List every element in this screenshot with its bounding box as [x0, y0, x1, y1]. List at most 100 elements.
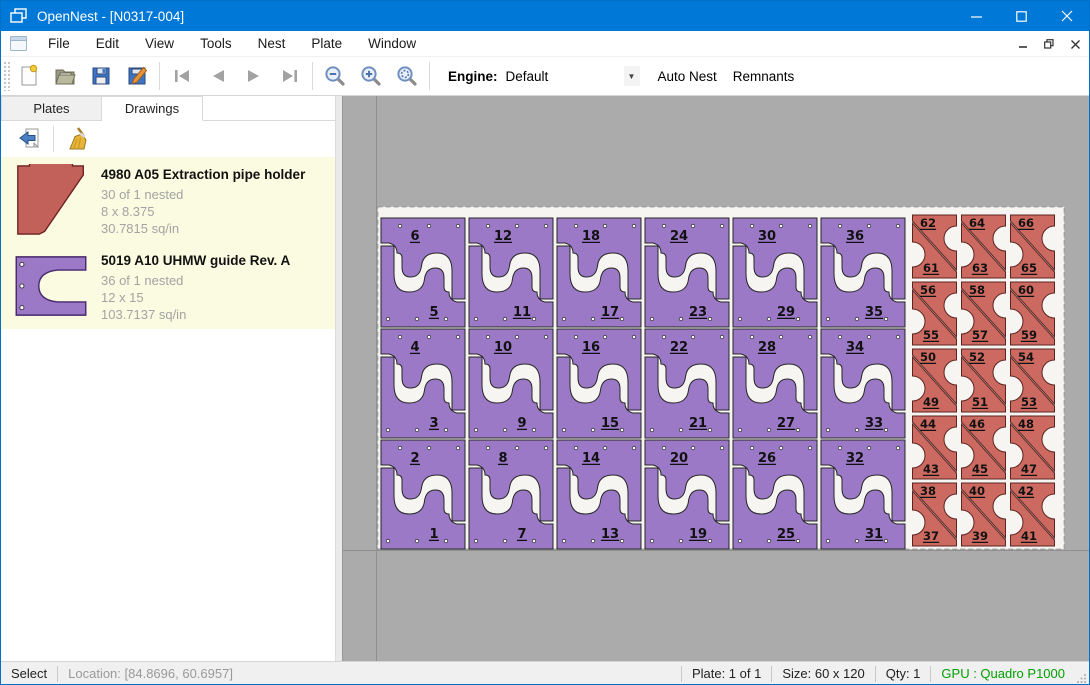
part-number-label: 50 [920, 350, 936, 364]
app-window-icon [10, 8, 28, 24]
part-number-label: 39 [972, 529, 988, 543]
minimize-icon [971, 11, 982, 22]
drawing-nested-count: 36 of 1 nested [101, 272, 290, 289]
panel-tabs: Plates Drawings [1, 96, 342, 121]
part-number-label: 64 [969, 216, 985, 230]
status-gpu: GPU : Quadro P1000 [931, 666, 1075, 681]
drawing-nested-count: 30 of 1 nested [101, 186, 305, 203]
close-button[interactable] [1044, 1, 1089, 31]
engine-select[interactable]: Default [506, 69, 624, 84]
panel-splitter[interactable] [335, 96, 342, 661]
drawing-item-0[interactable]: 4980 A05 Extraction pipe holder 30 of 1 n… [1, 157, 342, 243]
minimize-button[interactable] [954, 1, 999, 31]
save-as-button[interactable] [119, 60, 155, 92]
part-number-label: 62 [920, 216, 936, 230]
mdi-minimize-icon [1019, 40, 1028, 49]
part-number-label: 40 [969, 484, 985, 498]
part-number-label: 58 [969, 283, 985, 297]
part-number-label: 61 [923, 261, 939, 275]
mdi-close-button[interactable] [1067, 36, 1083, 52]
toolbar-separator [312, 62, 313, 90]
mdi-restore-button[interactable] [1041, 36, 1057, 52]
part-number-label: 63 [972, 261, 988, 275]
save-icon [89, 64, 113, 88]
part-number-label: 49 [923, 395, 939, 409]
menu-item-plate[interactable]: Plate [298, 31, 355, 57]
drawing-size: 8 x 8.375 [101, 203, 305, 220]
new-button[interactable] [11, 60, 47, 92]
previous-plate-button[interactable] [200, 60, 236, 92]
menu-bar: FileEditViewToolsNestPlateWindow [1, 31, 1089, 57]
menu-item-edit[interactable]: Edit [83, 31, 132, 57]
maximize-icon [1016, 11, 1027, 22]
drawing-name: 4980 A05 Extraction pipe holder [101, 167, 305, 182]
engine-dropdown-arrow-icon[interactable]: ▼ [624, 66, 640, 86]
window-title: OpenNest - [N0317-004] [37, 9, 184, 24]
tab-plates[interactable]: Plates [1, 96, 102, 121]
menu-item-file[interactable]: File [35, 31, 83, 57]
auto-nest-button[interactable]: Auto Nest [650, 63, 725, 90]
zoom-fit-icon [395, 64, 419, 88]
zoom-out-button[interactable] [317, 60, 353, 92]
first-arrow-icon [170, 64, 194, 88]
maximize-button[interactable] [999, 1, 1044, 31]
status-bar: Select Location: [84.8696, 60.6957] Plat… [1, 661, 1089, 685]
last-plate-button[interactable] [272, 60, 308, 92]
part-number-label: 46 [969, 417, 985, 431]
part-number-label: 65 [1021, 261, 1037, 275]
nest-canvas[interactable]: 6512111817242330293635431091615222128273… [342, 96, 1090, 661]
status-mode: Select [1, 666, 57, 681]
save-as-icon [125, 64, 149, 88]
main-toolbar: Engine: Default ▼ Auto Nest Remnants [1, 57, 1089, 96]
toolbar-separator [159, 62, 160, 90]
part-number-label: 60 [1018, 283, 1034, 297]
part-number-label: 45 [972, 462, 988, 476]
next-arrow-icon [242, 64, 266, 88]
zoom-in-button[interactable] [353, 60, 389, 92]
menu-item-nest[interactable]: Nest [245, 31, 299, 57]
purple-part-thumbnail [14, 255, 88, 317]
part-number-label: 48 [1018, 417, 1034, 431]
resize-grip-icon [1077, 673, 1087, 683]
status-plate-count: Plate: 1 of 1 [682, 666, 771, 681]
mdi-restore-icon [1044, 39, 1054, 49]
resize-grip[interactable] [1075, 662, 1089, 685]
drawings-toolbar-separator [53, 126, 54, 152]
save-button[interactable] [83, 60, 119, 92]
status-plate-size: Size: 60 x 120 [772, 666, 874, 681]
drawings-list: 4980 A05 Extraction pipe holder 30 of 1 n… [1, 157, 342, 329]
zoom-in-icon [359, 64, 383, 88]
remnants-button[interactable]: Remnants [725, 63, 803, 90]
return-part-button[interactable] [13, 124, 47, 154]
toolbar-grip[interactable] [3, 61, 11, 91]
drawings-toolbar [1, 121, 342, 157]
menu-item-tools[interactable]: Tools [187, 31, 245, 57]
title-bar: OpenNest - [N0317-004] [1, 1, 1089, 31]
drawing-area: 30.7815 sq/in [101, 220, 305, 237]
open-button[interactable] [47, 60, 83, 92]
menu-item-view[interactable]: View [132, 31, 187, 57]
next-plate-button[interactable] [236, 60, 272, 92]
plate-guide-horizontal [343, 550, 1090, 551]
zoom-fit-button[interactable] [389, 60, 425, 92]
document-icon [10, 36, 27, 51]
drawing-size: 12 x 15 [101, 289, 290, 306]
part-number-label: 55 [923, 328, 939, 342]
part-number-label: 43 [923, 462, 939, 476]
return-part-icon [18, 127, 42, 151]
menu-item-window[interactable]: Window [355, 31, 429, 57]
part-number-label: 38 [920, 484, 936, 498]
part-number-label: 44 [920, 417, 936, 431]
part-number-label: 66 [1018, 216, 1034, 230]
drawing-item-1[interactable]: 5019 A10 UHMW guide Rev. A36 of 1 nested… [1, 243, 342, 329]
part-number-label: 42 [1018, 484, 1034, 498]
tab-drawings[interactable]: Drawings [102, 96, 203, 121]
plate[interactable]: 6512111817242330293635431091615222128273… [377, 206, 1065, 550]
previous-arrow-icon [206, 64, 230, 88]
red-part-thumbnail [16, 164, 86, 236]
first-plate-button[interactable] [164, 60, 200, 92]
clear-button[interactable] [60, 124, 94, 154]
zoom-out-icon [323, 64, 347, 88]
mdi-minimize-button[interactable] [1015, 36, 1031, 52]
engine-label: Engine: [448, 69, 498, 84]
